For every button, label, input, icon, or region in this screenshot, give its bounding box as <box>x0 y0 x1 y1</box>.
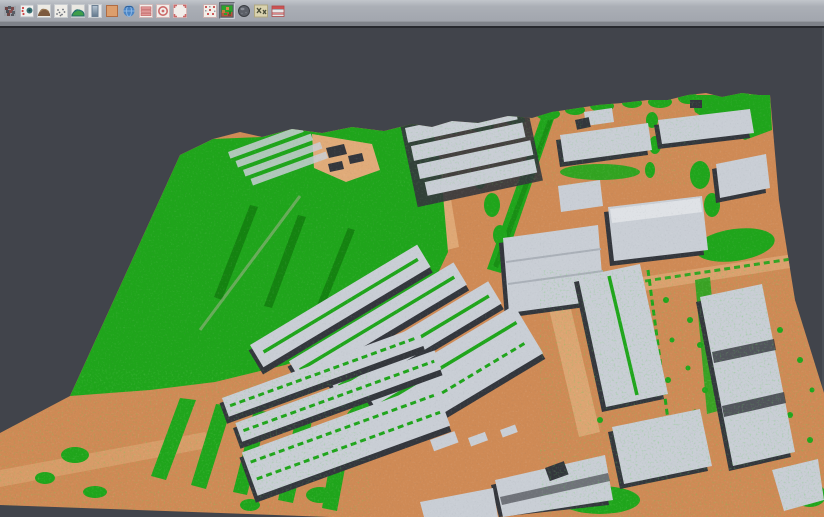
main-toolbar <box>0 0 824 21</box>
sparse-points-icon[interactable] <box>53 2 69 19</box>
align-registration-icon[interactable] <box>19 2 35 19</box>
selection-extent-icon[interactable] <box>172 2 188 19</box>
terrain-surface-brown-icon[interactable] <box>36 2 52 19</box>
vegetation-surface-icon[interactable] <box>70 2 86 19</box>
classification-view-icon[interactable] <box>219 2 235 19</box>
globe-view-icon[interactable] <box>121 2 137 19</box>
filter-grid-icon[interactable] <box>202 2 218 19</box>
remove-stripes-icon[interactable] <box>270 2 286 19</box>
target-circle-icon[interactable] <box>155 2 171 19</box>
texture-overlay <box>0 28 824 517</box>
terrain-scene <box>0 28 824 517</box>
height-column-icon[interactable] <box>87 2 103 19</box>
discard-marks-icon[interactable] <box>253 2 269 19</box>
multicolor-point-cloud-icon[interactable] <box>2 2 18 19</box>
layer-bars-icon[interactable] <box>138 2 154 19</box>
toolbar-group-gap <box>188 2 201 19</box>
dark-sphere-icon[interactable] <box>236 2 252 19</box>
orthophoto-tile-icon[interactable] <box>104 2 120 19</box>
application-window <box>0 0 824 517</box>
viewport-3d[interactable] <box>0 28 824 517</box>
